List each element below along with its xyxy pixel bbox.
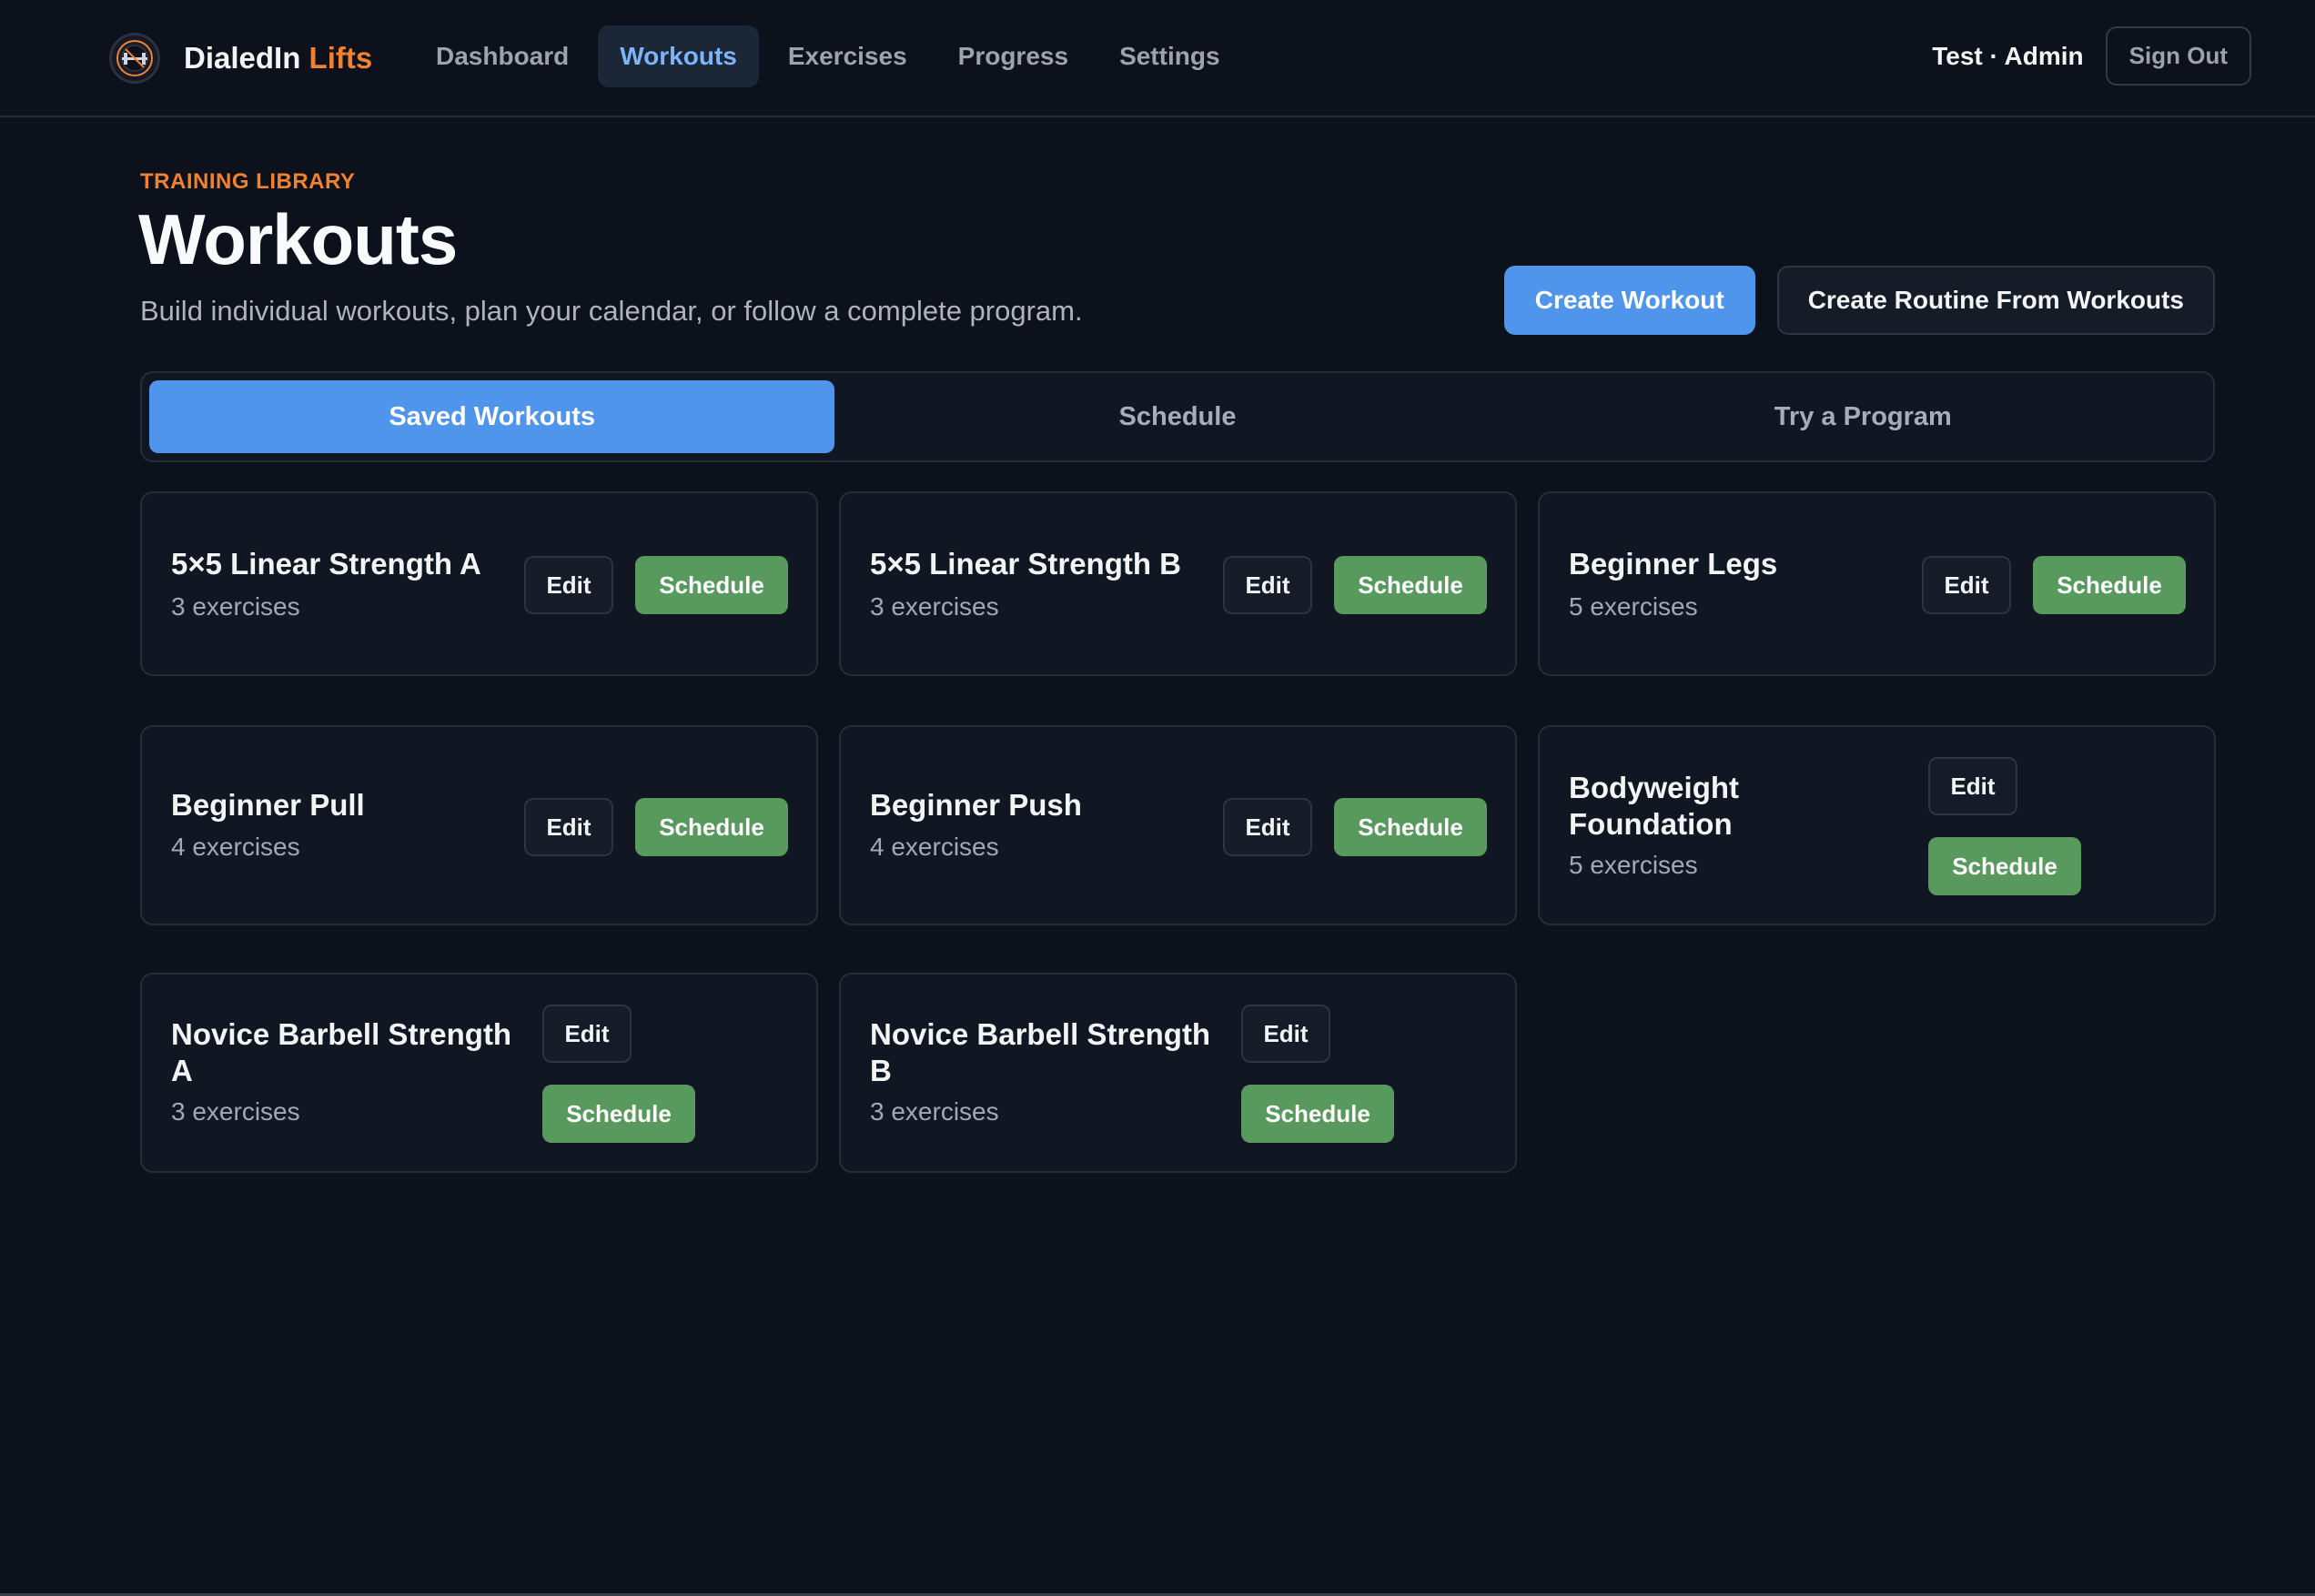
workout-card-title: Novice Barbell Strength B (870, 1017, 1211, 1087)
workout-card-title: Novice Barbell Strength A (171, 1017, 512, 1087)
workout-card-exercise-count: 3 exercises (171, 1097, 300, 1126)
edit-button[interactable]: Edit (1223, 556, 1312, 614)
tab-schedule[interactable]: Schedule (834, 380, 1520, 453)
schedule-button[interactable]: Schedule (1334, 798, 1487, 856)
schedule-button[interactable]: Schedule (2033, 556, 2186, 614)
workout-card: Novice Barbell Strength B 3 exercises Ed… (839, 973, 1517, 1173)
page-subtitle: Build individual workouts, plan your cal… (140, 295, 1083, 327)
workout-card: Beginner Pull 4 exercises Edit Schedule (140, 725, 818, 925)
brand-name-main: DialedIn (184, 40, 301, 75)
schedule-button[interactable]: Schedule (1334, 556, 1487, 614)
workout-card-exercise-count: 3 exercises (870, 1097, 999, 1126)
user-name: Test · Admin (1932, 41, 2084, 70)
user-area: Test · Admin Sign Out (1932, 26, 2251, 86)
workout-card-title: Beginner Pull (171, 788, 365, 822)
create-routine-button[interactable]: Create Routine From Workouts (1776, 266, 2215, 335)
workout-card-title: Beginner Push (870, 788, 1082, 822)
sign-out-button[interactable]: Sign Out (2105, 26, 2251, 86)
workout-card: Novice Barbell Strength A 3 exercises Ed… (140, 973, 818, 1173)
workout-card: Beginner Legs 5 exercises Edit Schedule (1538, 491, 2216, 676)
workout-card-exercise-count: 3 exercises (171, 592, 300, 621)
workout-card-exercise-count: 4 exercises (171, 833, 300, 861)
workout-card-title: 5×5 Linear Strength A (171, 547, 481, 581)
workout-tabs: Saved Workouts Schedule Try a Program (140, 371, 2215, 462)
header-actions: Create Workout Create Routine From Worko… (1503, 266, 2215, 335)
edit-button[interactable]: Edit (1241, 1005, 1330, 1063)
workout-card: Beginner Push 4 exercises Edit Schedule (839, 725, 1517, 925)
edit-button[interactable]: Edit (524, 556, 613, 614)
edit-button[interactable]: Edit (542, 1005, 632, 1063)
workout-card-title: Bodyweight Foundation (1569, 771, 1739, 841)
nav-item-workouts[interactable]: Workouts (598, 25, 759, 87)
workout-card: 5×5 Linear Strength A 3 exercises Edit S… (140, 491, 818, 676)
top-navigation: DialedIn Lifts Dashboard Workouts Exerci… (0, 0, 2315, 117)
workout-card-exercise-count: 3 exercises (870, 592, 999, 621)
tab-saved-workouts[interactable]: Saved Workouts (149, 380, 835, 453)
edit-button[interactable]: Edit (524, 798, 613, 856)
nav-item-settings[interactable]: Settings (1097, 25, 1241, 87)
workout-card-exercise-count: 4 exercises (870, 833, 999, 861)
workout-card-title: Beginner Legs (1569, 547, 1778, 581)
schedule-button[interactable]: Schedule (542, 1085, 695, 1143)
schedule-button[interactable]: Schedule (1928, 837, 2081, 895)
brand-name-accent: Lifts (308, 40, 373, 75)
edit-button[interactable]: Edit (1922, 556, 2011, 614)
schedule-button[interactable]: Schedule (635, 798, 788, 856)
brand-name: DialedIn Lifts (184, 41, 372, 76)
edit-button[interactable]: Edit (1928, 757, 2017, 815)
nav-item-progress[interactable]: Progress (936, 25, 1090, 87)
workout-card: 5×5 Linear Strength B 3 exercises Edit S… (839, 491, 1517, 676)
nav-item-dashboard[interactable]: Dashboard (414, 25, 591, 87)
create-workout-button[interactable]: Create Workout (1503, 266, 1755, 335)
page-title: Workouts (138, 199, 458, 279)
barbell-logo-icon (109, 32, 160, 84)
main-nav: Dashboard Workouts Exercises Progress Se… (414, 25, 1242, 87)
workout-card-title: 5×5 Linear Strength B (870, 547, 1182, 581)
workout-card-exercise-count: 5 exercises (1569, 592, 1698, 621)
schedule-button[interactable]: Schedule (1241, 1085, 1394, 1143)
nav-item-exercises[interactable]: Exercises (766, 25, 929, 87)
section-eyebrow: TRAINING LIBRARY (140, 169, 356, 194)
schedule-button[interactable]: Schedule (635, 556, 788, 614)
brand[interactable]: DialedIn Lifts (109, 29, 372, 86)
workout-card: Bodyweight Foundation 5 exercises Edit S… (1538, 725, 2216, 925)
edit-button[interactable]: Edit (1223, 798, 1312, 856)
tab-try-a-program[interactable]: Try a Program (1521, 380, 2206, 453)
workout-card-exercise-count: 5 exercises (1569, 851, 1698, 879)
window-bottom-edge (0, 1589, 2315, 1596)
